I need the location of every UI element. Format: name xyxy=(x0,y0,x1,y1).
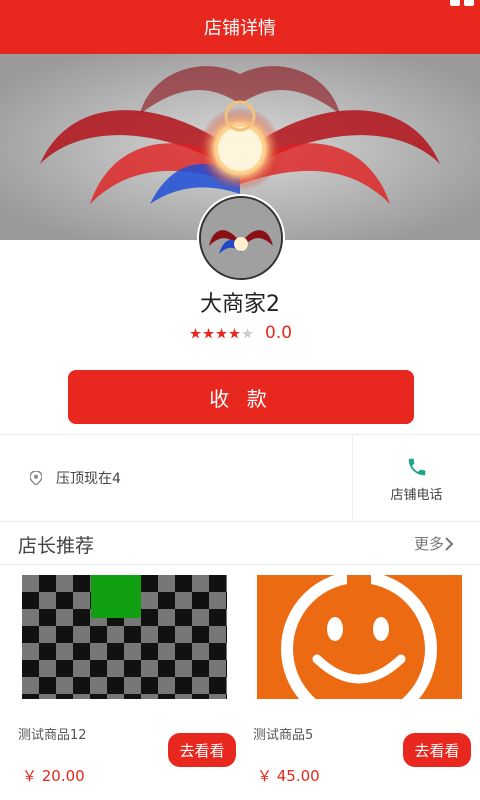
rating-value: 0.0 xyxy=(265,323,293,343)
product-image xyxy=(257,575,462,699)
more-label: 更多 xyxy=(413,535,444,553)
shop-avatar-frame xyxy=(197,194,285,282)
page-title: 店铺详情 xyxy=(204,18,276,39)
shop-address: 压顶现在4 xyxy=(30,468,121,488)
product-image xyxy=(22,575,227,699)
shop-rating: 0.0 xyxy=(190,323,292,343)
product-card[interactable]: 测试商品5 ￥ 45.00 去看看 xyxy=(235,565,475,800)
product-price: ￥ 45.00 xyxy=(257,767,320,785)
app-header: 店铺详情 xyxy=(0,0,480,54)
phone-label: 店铺电话 xyxy=(390,487,443,503)
product-price: ￥ 20.00 xyxy=(22,767,85,785)
more-link[interactable]: 更多 xyxy=(414,533,444,554)
shop-avatar xyxy=(199,196,283,280)
battery-icon xyxy=(464,0,474,6)
location-pin-icon xyxy=(30,471,42,485)
star-icon xyxy=(229,327,240,338)
product-card[interactable]: 测试商品12 ￥ 20.00 去看看 xyxy=(0,565,240,800)
product-name: 测试商品5 xyxy=(253,728,314,743)
star-icon xyxy=(216,327,227,338)
star-icon xyxy=(190,327,201,338)
shop-name: 大商家2 xyxy=(200,292,280,317)
star-icon xyxy=(242,327,253,338)
recommend-header: 店长推荐 更多 xyxy=(0,523,480,565)
view-product-button[interactable]: 去看看 xyxy=(403,733,471,767)
pay-button[interactable]: 收 款 xyxy=(68,370,414,424)
star-icon xyxy=(203,327,214,338)
address-text: 压顶现在4 xyxy=(56,471,121,487)
status-bar xyxy=(450,0,474,10)
signal-icon xyxy=(450,0,460,6)
recommend-title: 店长推荐 xyxy=(18,535,95,557)
chevron-right-icon[interactable] xyxy=(444,536,454,552)
product-name: 测试商品12 xyxy=(18,728,87,743)
shop-info-row: 压顶现在4 店铺电话 xyxy=(0,434,480,523)
phone-icon xyxy=(408,458,425,475)
shop-phone-button[interactable]: 店铺电话 xyxy=(353,435,480,523)
view-product-button[interactable]: 去看看 xyxy=(168,733,236,767)
